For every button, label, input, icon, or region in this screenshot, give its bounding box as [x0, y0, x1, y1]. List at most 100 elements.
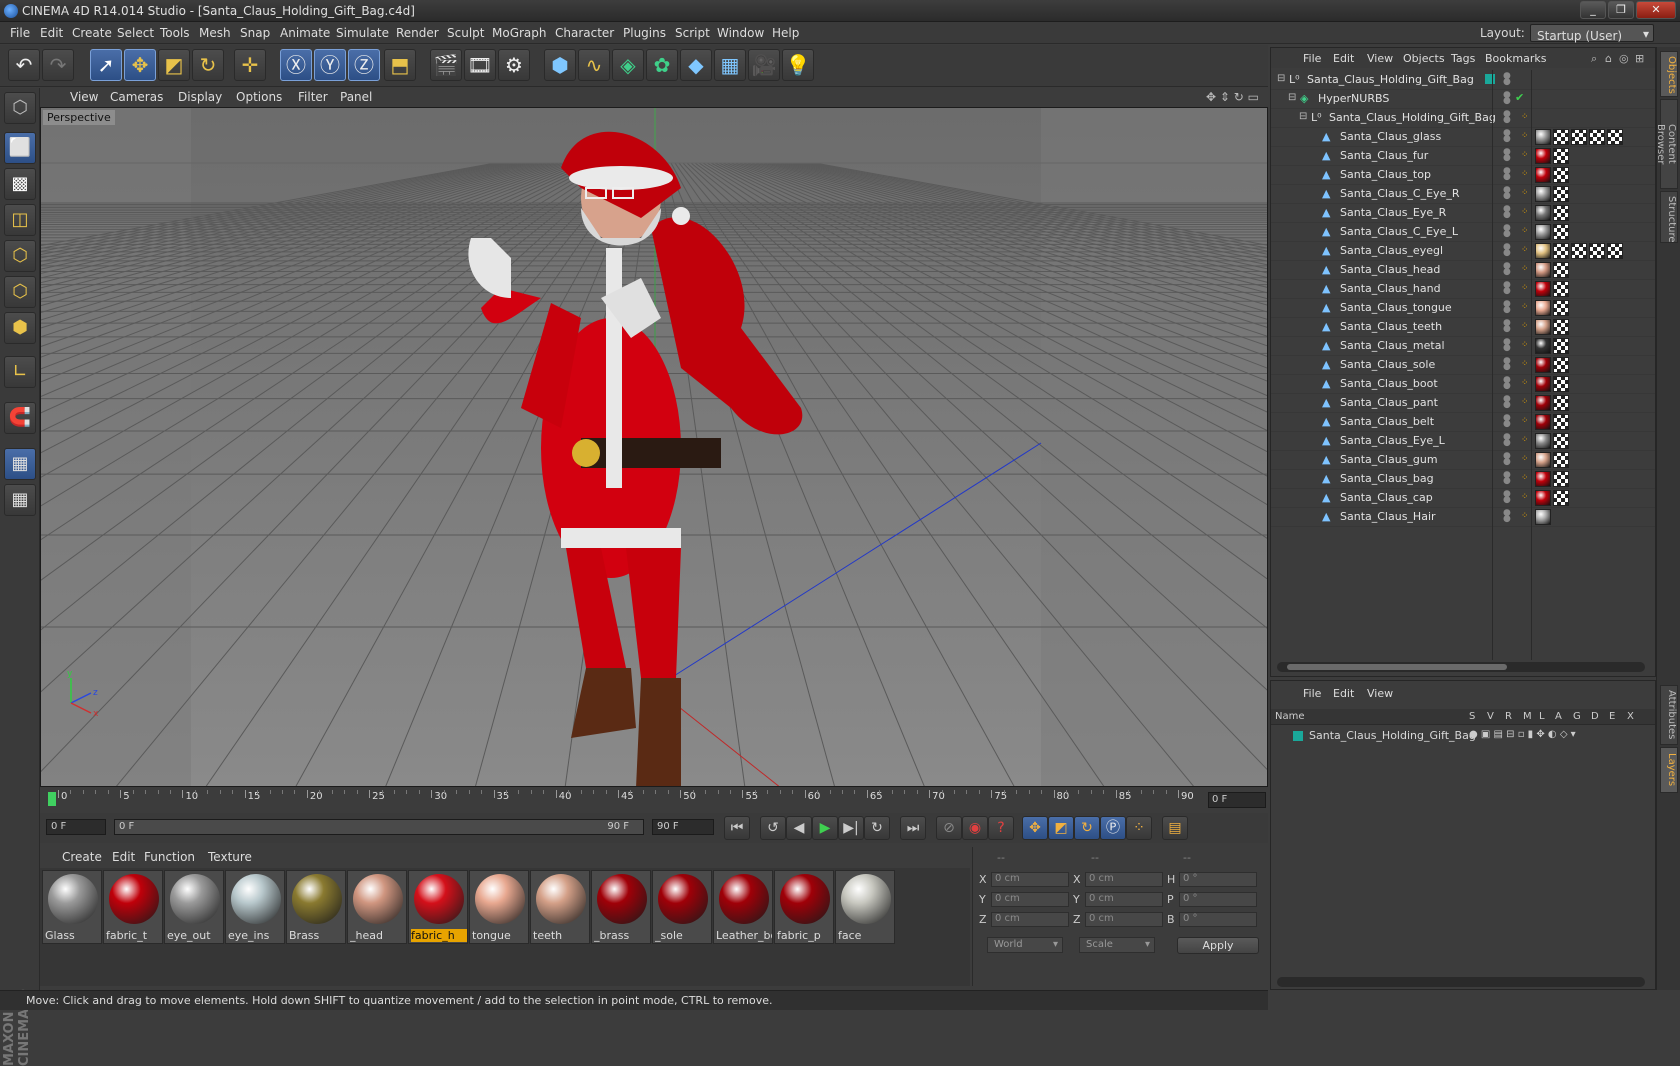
phong-tag-icon[interactable]: ⁘	[1521, 188, 1529, 198]
object-name[interactable]: Santa_Claus_metal	[1340, 339, 1445, 352]
object-name[interactable]: Santa_Claus_gum	[1340, 453, 1438, 466]
viewport-menu-filter[interactable]: Filter	[298, 90, 328, 104]
material-tag-icon[interactable]	[1535, 281, 1551, 297]
viewport-nav-icons[interactable]: ✥ ⇕ ↻ ▭	[1206, 90, 1259, 104]
undo-button[interactable]: ↶	[8, 49, 40, 81]
object-name[interactable]: Santa_Claus_sole	[1340, 358, 1435, 371]
phong-tag-icon[interactable]: ⁘	[1521, 226, 1529, 236]
previous-key-button[interactable]: ↺	[760, 816, 786, 840]
material-tag-icon[interactable]	[1535, 490, 1551, 506]
objects-menu-objects[interactable]: Objects	[1403, 52, 1445, 65]
phong-tag-icon[interactable]: ⁘	[1521, 416, 1529, 426]
visibility-dots[interactable]: ● ●	[1503, 414, 1511, 429]
scrollbar-thumb[interactable]	[1287, 664, 1507, 670]
phong-tag-icon[interactable]: ⁘	[1521, 454, 1529, 464]
object-row[interactable]: ▲ Santa_Claus_head ● ● ⁘	[1271, 260, 1655, 280]
record-keys-button[interactable]: ⊘	[936, 816, 962, 840]
object-row[interactable]: ▲ Santa_Claus_Hair ● ● ⁘	[1271, 507, 1655, 527]
render-picture-viewer-button[interactable]: 🎞	[464, 49, 496, 81]
goto-end-button[interactable]: ⏭	[900, 816, 926, 840]
material-tag-icon[interactable]	[1535, 224, 1551, 240]
objects-menu-bookmarks[interactable]: Bookmarks	[1485, 52, 1546, 65]
layer-color-swatch[interactable]	[1293, 731, 1303, 741]
material-tag-icon[interactable]	[1535, 243, 1551, 259]
object-row[interactable]: ▲ Santa_Claus_Eye_R ● ● ⁘	[1271, 203, 1655, 223]
menu-select[interactable]: Select	[117, 26, 154, 40]
deformer-button[interactable]: ◆	[680, 49, 712, 81]
menu-edit[interactable]: Edit	[40, 26, 63, 40]
object-row[interactable]: ▲ Santa_Claus_hand ● ● ⁘	[1271, 279, 1655, 299]
menu-plugins[interactable]: Plugins	[623, 26, 666, 40]
uvw-tag-icon[interactable]	[1607, 243, 1623, 259]
viewport-menu-options[interactable]: Options	[236, 90, 282, 104]
floor-scene-button[interactable]: ▦	[714, 49, 746, 81]
render-settings-button[interactable]: ⚙	[498, 49, 530, 81]
phong-tag-icon[interactable]: ⁘	[1521, 397, 1529, 407]
axis-mode-button[interactable]: ∟	[4, 356, 36, 388]
uvw-tag-icon[interactable]	[1553, 129, 1569, 145]
uvw-tag-icon[interactable]	[1553, 471, 1569, 487]
keyframe-selection-button[interactable]: ?	[988, 816, 1014, 840]
z-axis-lock-button[interactable]: Ⓩ	[348, 49, 380, 81]
end-frame-field[interactable]: 90 F	[652, 819, 714, 835]
object-name[interactable]: Santa_Claus_C_Eye_L	[1340, 225, 1458, 238]
object-row[interactable]: ▲ Santa_Claus_C_Eye_L ● ● ⁘	[1271, 222, 1655, 242]
uvw-tag-icon[interactable]	[1553, 167, 1569, 183]
object-row[interactable]: ▲ Santa_Claus_belt ● ● ⁘	[1271, 412, 1655, 432]
phong-tag-icon[interactable]: ⁘	[1521, 169, 1529, 179]
pos-x-field[interactable]: 0 cm	[991, 872, 1069, 887]
points-mode-button[interactable]: ⬡	[4, 240, 36, 272]
coordinate-mode-select[interactable]: World ▾	[987, 937, 1063, 953]
move-tool-button[interactable]: ✥	[124, 49, 156, 81]
objects-menu-view[interactable]: View	[1367, 52, 1393, 65]
size-z-field[interactable]: 0 cm	[1085, 912, 1163, 927]
material-tag-icon[interactable]	[1535, 433, 1551, 449]
rot-b-field[interactable]: 0 °	[1179, 912, 1257, 927]
object-row[interactable]: ▲ Santa_Claus_eyegl ● ● ⁘	[1271, 241, 1655, 261]
object-row[interactable]: ▲ Santa_Claus_fur ● ● ⁘	[1271, 146, 1655, 166]
array-button[interactable]: ✿	[646, 49, 678, 81]
material-swatch[interactable]: Brass	[286, 870, 346, 944]
viewport-menu-display[interactable]: Display	[178, 90, 222, 104]
rotate-tool-button[interactable]: ↻	[192, 49, 224, 81]
object-row[interactable]: ▲ Santa_Claus_teeth ● ● ⁘	[1271, 317, 1655, 337]
menu-help[interactable]: Help	[772, 26, 799, 40]
visibility-dots[interactable]: ● ●	[1503, 471, 1511, 486]
material-tag-icon[interactable]	[1535, 148, 1551, 164]
visibility-dots[interactable]: ● ●	[1503, 129, 1511, 144]
object-row[interactable]: ▲ Santa_Claus_bag ● ● ⁘	[1271, 469, 1655, 489]
object-row[interactable]: ▲ Santa_Claus_cap ● ● ⁘	[1271, 488, 1655, 508]
menu-mesh[interactable]: Mesh	[199, 26, 231, 40]
camera-button[interactable]: 🎥	[748, 49, 780, 81]
perspective-viewport[interactable]: y z x Perspective	[40, 107, 1268, 787]
uvw-tag-icon[interactable]	[1553, 395, 1569, 411]
material-tag-icon[interactable]	[1535, 357, 1551, 373]
material-tag-icon[interactable]	[1535, 338, 1551, 354]
material-tag-icon[interactable]	[1535, 262, 1551, 278]
material-menu-function[interactable]: Function	[144, 850, 195, 864]
material-tag-icon[interactable]	[1535, 205, 1551, 221]
uvw-tag-icon[interactable]	[1553, 357, 1569, 373]
live-selection-button[interactable]: ➚	[90, 49, 122, 81]
uvw-tag-icon[interactable]	[1553, 186, 1569, 202]
material-menu-create[interactable]: Create	[62, 850, 102, 864]
menu-tools[interactable]: Tools	[160, 26, 190, 40]
material-swatch[interactable]: fabric_p	[774, 870, 834, 944]
material-swatch[interactable]: _head	[347, 870, 407, 944]
object-row[interactable]: ⊟ L⁰ Santa_Claus_Holding_Gift_Bag ● ●	[1271, 70, 1655, 90]
visibility-dots[interactable]: ● ●	[1503, 262, 1511, 277]
layers-menu-view[interactable]: View	[1367, 687, 1393, 700]
material-tag-icon[interactable]	[1535, 300, 1551, 316]
visibility-dots[interactable]: ● ●	[1503, 433, 1511, 448]
phong-tag-icon[interactable]: ⁘	[1521, 245, 1529, 255]
model-mode-button[interactable]: ⬜	[4, 132, 36, 164]
object-name[interactable]: Santa_Claus_boot	[1340, 377, 1438, 390]
object-name[interactable]: Santa_Claus_top	[1340, 168, 1431, 181]
autokey-button[interactable]: ◉	[962, 816, 988, 840]
x-axis-lock-button[interactable]: Ⓧ	[280, 49, 312, 81]
object-name[interactable]: Santa_Claus_hand	[1340, 282, 1441, 295]
menu-animate[interactable]: Animate	[280, 26, 330, 40]
object-row[interactable]: ▲ Santa_Claus_boot ● ● ⁘	[1271, 374, 1655, 394]
material-swatch[interactable]: eye_ins	[225, 870, 285, 944]
key-parameter-button[interactable]: Ⓟ	[1100, 816, 1126, 840]
